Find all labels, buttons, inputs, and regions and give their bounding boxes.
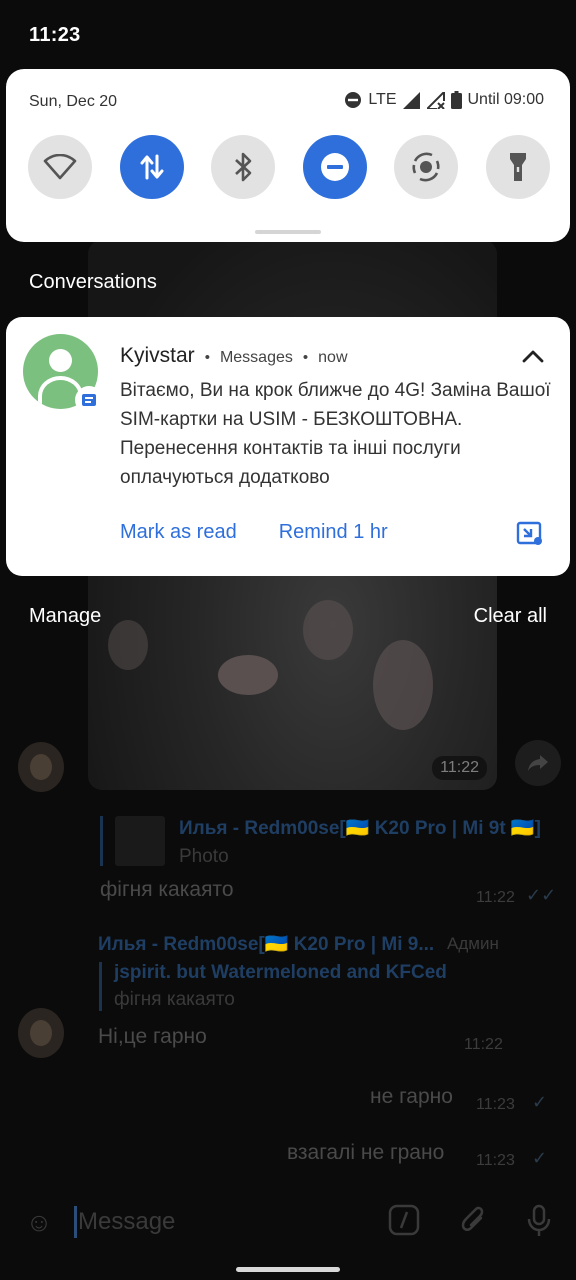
sender-avatar[interactable] — [18, 742, 64, 792]
wifi-icon — [43, 154, 77, 180]
collapse-chevron-icon[interactable] — [520, 345, 546, 367]
message-time: 11:23 — [476, 1152, 515, 1169]
notification-app-name: Messages — [219, 349, 293, 366]
data-arrows-icon — [140, 154, 164, 180]
wifi-tile[interactable] — [28, 135, 92, 199]
reply-subtitle: Photo — [179, 846, 229, 867]
status-bar-clock: 11:23 — [29, 24, 81, 46]
qs-tiles — [28, 135, 550, 199]
photo-time: 11:22 — [432, 756, 487, 780]
share-arrow-icon — [528, 755, 548, 771]
signal-no-data-icon — [426, 91, 445, 109]
quote-text: фігня какаято — [114, 989, 235, 1010]
microphone-icon[interactable] — [521, 1204, 557, 1240]
qs-status-icons: LTE Until 09:00 — [338, 91, 544, 109]
double-check-icon: ✓✓ — [526, 885, 557, 905]
sender-avatar[interactable] — [18, 1008, 64, 1058]
home-gesture-bar[interactable] — [236, 1267, 340, 1272]
text-cursor — [74, 1206, 77, 1238]
notification-header: Kyivstar • Messages • now — [120, 344, 348, 367]
attach-icon[interactable] — [455, 1204, 491, 1240]
bluetooth-tile[interactable] — [211, 135, 276, 199]
messages-app-icon — [75, 386, 103, 414]
network-type: LTE — [368, 91, 397, 108]
message-text: Ні,це гарно — [98, 1025, 207, 1048]
reply-thumbnail — [115, 816, 165, 866]
check-icon: ✓ — [532, 1148, 548, 1168]
qs-drag-handle[interactable] — [255, 230, 321, 234]
notification-body: Вітаємо, Ви на крок ближче до 4G! Заміна… — [120, 380, 551, 488]
message-text: взагалі не грано — [287, 1141, 445, 1164]
quoted-message[interactable]: jspirit. but Watermeloned and KFCed фігн… — [99, 962, 447, 1011]
message-author: Илья - Redm00se[🇺🇦 K20 Pro | Mi 9... — [98, 934, 435, 955]
battery-status: Until 09:00 — [467, 91, 545, 108]
reply-author: Илья - Redm00se[🇺🇦 K20 Pro | Mi 9t 🇺🇦] — [179, 818, 541, 839]
conversations-heading: Conversations — [29, 271, 157, 293]
mobile-data-tile[interactable] — [119, 135, 184, 199]
flashlight-tile[interactable] — [485, 135, 550, 199]
message-text: фігня какаято — [100, 878, 234, 901]
quote-author: jspirit. but Watermeloned and KFCed — [114, 962, 447, 983]
message-time: 11:22 — [476, 889, 515, 906]
qs-date[interactable]: Sun, Dec 20 — [29, 93, 117, 111]
auto-rotate-tile[interactable] — [394, 135, 459, 199]
bot-command-icon[interactable] — [386, 1204, 422, 1240]
message-time: 11:22 — [464, 1036, 503, 1053]
do-not-disturb-icon — [320, 153, 349, 181]
message-text: не гарно — [370, 1085, 453, 1108]
admin-badge: Админ — [447, 934, 499, 953]
remind-button[interactable]: Remind 1 hr — [279, 521, 388, 544]
rotate-icon — [412, 152, 440, 182]
notification-sender: Kyivstar — [120, 344, 195, 367]
bluetooth-icon — [235, 152, 252, 182]
battery-icon — [450, 91, 462, 109]
message-time: 11:23 — [476, 1096, 515, 1113]
dnd-tile[interactable] — [302, 135, 367, 199]
dnd-status-icon — [345, 92, 362, 108]
quick-settings-panel: Sun, Dec 20 LTE Until 09:00 — [6, 69, 570, 242]
message-input[interactable]: Message — [78, 1208, 175, 1236]
bubble-icon[interactable] — [516, 520, 544, 548]
mark-as-read-button[interactable]: Mark as read — [120, 521, 237, 544]
notification-time: now — [318, 349, 348, 366]
manage-button[interactable]: Manage — [29, 605, 101, 628]
notification-card[interactable]: Kyivstar • Messages • now Вітаємо, Ви на… — [6, 317, 570, 576]
check-icon: ✓ — [532, 1092, 548, 1112]
signal-icon — [402, 91, 420, 109]
reply-preview[interactable]: Илья - Redm00se[🇺🇦 K20 Pro | Mi 9t 🇺🇦] P… — [100, 816, 541, 867]
clear-all-button[interactable]: Clear all — [474, 605, 547, 628]
notification-actions: Mark as read Remind 1 hr — [120, 521, 430, 544]
share-button[interactable] — [515, 740, 561, 786]
flashlight-icon — [509, 153, 526, 181]
emoji-icon[interactable]: ☺ — [21, 1204, 57, 1240]
